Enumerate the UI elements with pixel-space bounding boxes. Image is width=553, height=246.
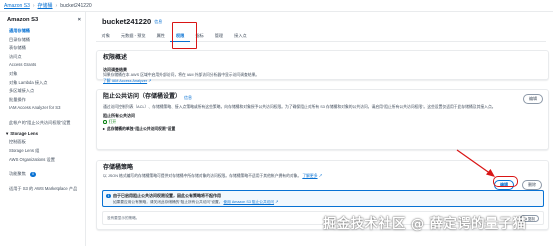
bucket-name: bucket241220 [102,17,152,26]
sidebar-item-org-settings[interactable]: AWS Organizations 设置 [9,157,81,162]
top-bar: Amazon S3 › 存储桶 › bucket241220 [0,0,553,12]
sidebar-item-feature-spotlight[interactable]: 功能聚焦 0 [9,171,81,177]
edit-highlight-annotation [493,176,518,187]
iam-analyzer-link[interactable]: 了解 IAM Access Analyzer [103,79,147,83]
chevron-right-icon: › [55,3,58,9]
public-policy-info-alert: i 由于已启用阻止公共访问权限设置，因此公有策略将不起作用 如果要应用公有策略，… [102,190,544,207]
caret-right-icon: ▸ [103,127,105,132]
individual-settings-expander[interactable]: ▸ 此存储桶的单独“阻止公共访问权限”设置 [103,127,542,132]
sidebar-header: Amazon S3 × [7,17,81,24]
edit-block-public-button[interactable]: 编辑 [523,94,543,104]
sidebar-item-access-grants[interactable]: Access Grants [9,62,81,67]
breadcrumb-root[interactable]: Amazon S3 [4,3,30,9]
copy-label: 复制 [527,216,535,221]
block-public-access-link[interactable]: 使用 Amazon S3 阻止公共访问 [223,200,274,204]
breadcrumb-current: bucket241220 [60,3,92,9]
external-link-icon: ↗ [148,79,152,84]
status-on-icon [103,120,107,124]
bucket-policy-description: 以 JSON 格式编写的存储桶策略可提供对存储桶中所存储对象的访问权限。存储桶策… [103,174,302,178]
sidebar-item-object-lambda[interactable]: 对象 Lambda 接入点 [9,80,81,85]
count-badge: 0 [29,172,36,177]
info-icon: i [106,193,111,198]
policy-empty-text: 没有要显示的策略。 [107,216,140,220]
info-link[interactable]: 信息 [184,95,192,100]
feature-spotlight-label: 功能聚焦 [9,171,26,177]
sidebar-item-objects[interactable]: 对象 [9,71,81,76]
sidebar-item-lens-groups[interactable]: Storage Lens 组 [9,148,81,153]
sidebar-item-batch-operations[interactable]: 批量操作 [9,97,81,102]
status-indicator: 打开 [103,120,542,125]
block-public-access-panel: 阻止公共访问（存储桶设置） 信息 通过访问控制列表（ACL）、存储桶策略、接入点… [96,89,549,150]
tab-management[interactable]: 管理 [209,30,228,42]
panel-title-text: 阻止公共访问（存储桶设置） [103,94,182,100]
sidebar-item-directory-buckets[interactable]: 目录存储桶 [9,37,81,42]
external-link-icon: ↗ [275,199,279,204]
delete-policy-button[interactable]: 删除 [522,180,542,190]
tab-access-points[interactable]: 接入点 [229,30,253,42]
tab-metadata[interactable]: 元数据 - 预览 [115,30,151,42]
watermark: 掘金技术社区 @ 薛定谔的量子猫 [323,216,527,232]
page-title: bucket241220 信息 [102,17,162,26]
block-public-description: 通过访问控制列表（ACL）、存储桶策略、接入点策略或所有这些策略，向存储桶和对象… [103,104,496,109]
panel-title: 阻止公共访问（存储桶设置） 信息 [103,94,542,102]
sidebar-item-marketplace[interactable]: 适用于 S3 的 AWS Marketplace 产品 [9,186,81,191]
sidebar-item-table-buckets[interactable]: 表存储桶 [9,45,81,50]
expander-label: 此存储桶的单独“阻止公共访问权限”设置 [106,127,176,132]
marketplace-label: 适用于 S3 的 AWS Marketplace 产品 [9,185,78,191]
sidebar-item-general-buckets[interactable]: 通用存储桶 [9,28,81,33]
caret-down-icon: ▾ [6,130,9,136]
permissions-overview-panel: 权限概述 访问调查结果 如果存储桶在本 AWS 区域中启用外部访问，将在 IAM… [96,50,549,84]
alert-text: 如果要应用公有策略，请关闭此存储桶的“阻止所有公共访问”设置。 [113,199,223,204]
sidebar-item-multi-region[interactable]: 多区域接入点 [9,88,81,93]
panel-title: 权限概述 [103,55,128,61]
sidebar-item-dashboards[interactable]: 控制面板 [9,139,81,144]
sidebar: Amazon S3 × 通用存储桶 目录存储桶 表存储桶 访问点 Access … [0,12,86,246]
sidebar-title: Amazon S3 [7,17,39,23]
status-value: 打开 [108,119,117,124]
sidebar-section-label: Storage Lens [10,130,39,136]
sidebar-section-storage-lens[interactable]: ▾ Storage Lens [6,131,81,137]
close-icon[interactable]: × [78,17,81,24]
sidebar-item-iam-analyzer[interactable]: IAM Access Analyzer for S3 [9,105,81,110]
sidebar-item-block-public[interactable]: 此帐户的“阻止公共访问权限”设置 [9,120,81,125]
info-link[interactable]: 信息 [154,19,162,24]
alert-title: 由于已启用阻止公共访问权限设置，因此公有策略将不起作用 [113,193,221,198]
main-content: bucket241220 信息 对象 元数据 - 预览 属性 权限 指标 管理 … [88,12,553,246]
breadcrumb-section[interactable]: 存储桶 [38,3,53,9]
sidebar-item-access-points[interactable]: 访问点 [9,54,81,59]
tab-objects[interactable]: 对象 [96,30,115,42]
tab-highlight-annotation [172,22,197,49]
access-findings-label: 访问调查结果 [103,66,127,72]
external-link-icon: ↗ [318,174,323,178]
block-all-label: 阻止所有公共访问 [103,113,135,119]
learn-more-link[interactable]: 了解更多 [302,174,317,178]
breadcrumb: Amazon S3 › 存储桶 › bucket241220 [4,3,92,9]
tab-bar: 对象 元数据 - 预览 属性 权限 指标 管理 接入点 [96,30,546,42]
tab-properties[interactable]: 属性 [151,30,170,42]
access-findings-text: 如果存储桶在本 AWS 区域中启用外部访问，将在 IAM 外部访问分析器中显示访… [103,73,260,77]
chevron-right-icon: › [32,3,35,9]
